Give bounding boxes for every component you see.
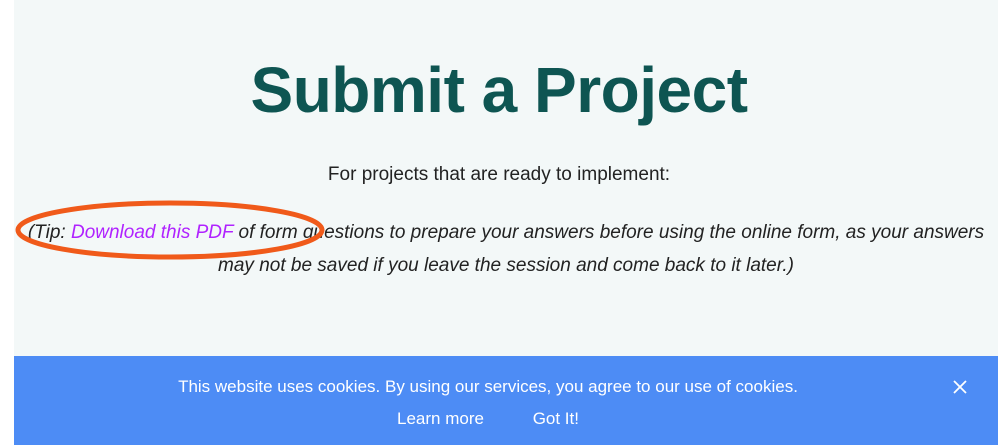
tip-prefix: (Tip:: [27, 222, 71, 243]
page-subtitle: For projects that are ready to implement…: [327, 164, 671, 185]
got-it-button[interactable]: Got It!: [533, 408, 579, 430]
close-icon[interactable]: [952, 379, 968, 395]
page-title: Submit a Project: [250, 54, 749, 126]
cookie-message: This website uses cookies. By using our …: [178, 377, 798, 396]
cookie-banner: This website uses cookies. By using our …: [14, 356, 998, 445]
learn-more-link[interactable]: Learn more: [397, 408, 484, 430]
cookie-actions: Learn more Got It!: [14, 408, 962, 430]
tip-suffix: of form questions to prepare your answer…: [218, 222, 985, 276]
download-pdf-link[interactable]: Download this PDF: [71, 222, 233, 243]
tip-text: (Tip: Download this PDF of form question…: [14, 216, 998, 282]
